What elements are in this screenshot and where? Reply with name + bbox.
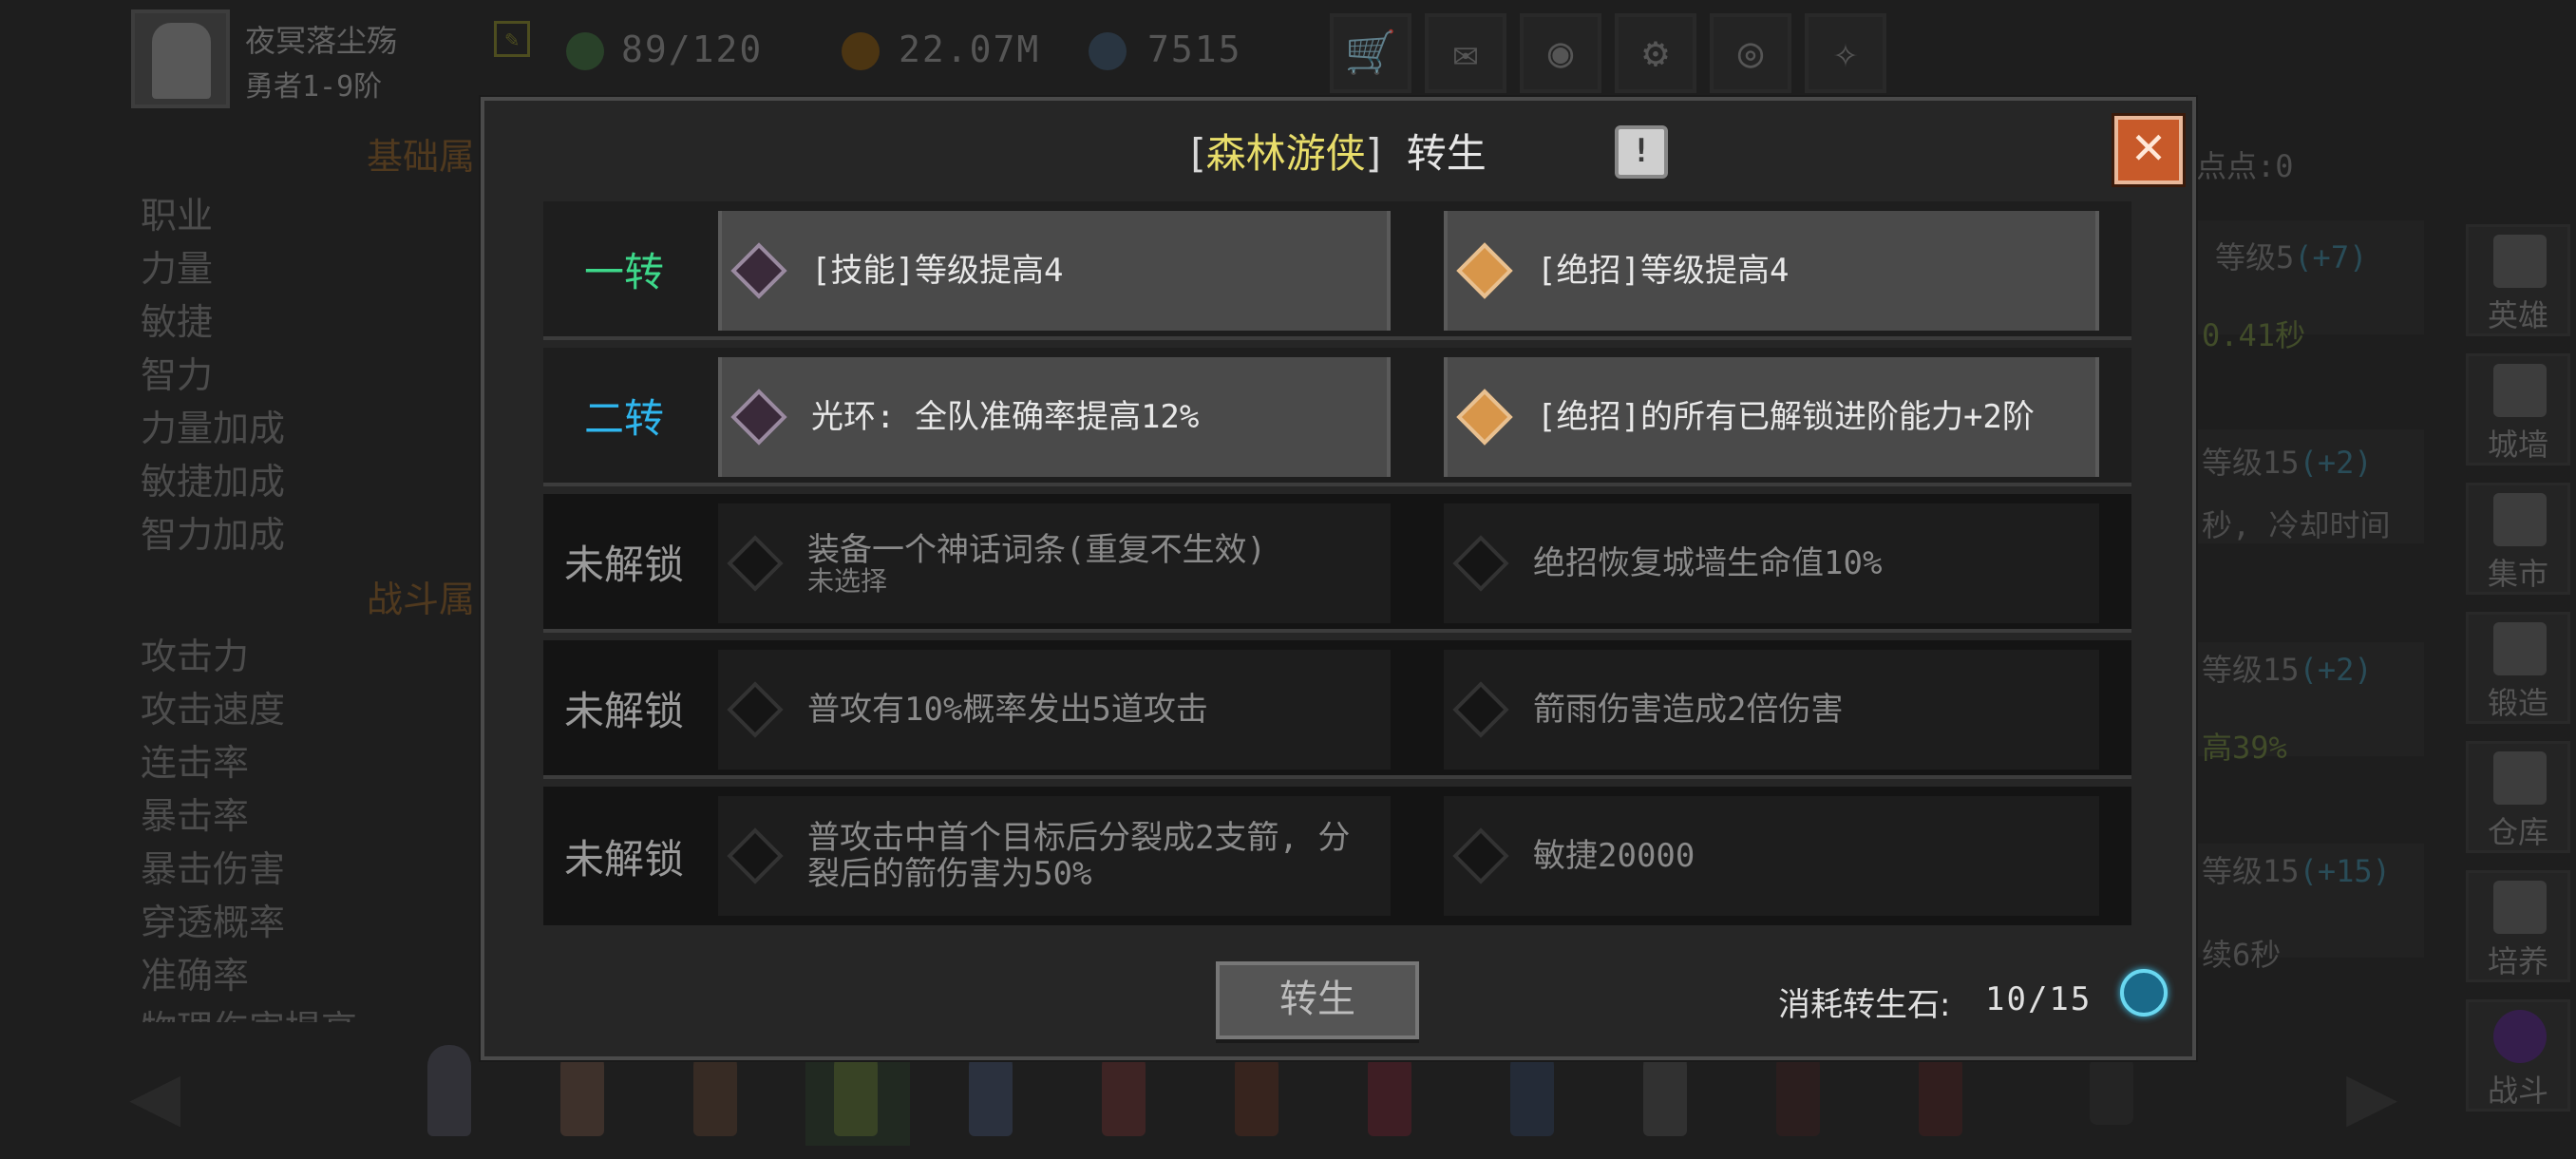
rebirth-tier-row: 二转 光环: 全队准确率提高12% [绝招]的所有已解锁进阶能力+2阶	[543, 348, 2131, 486]
option-text: [绝招]等级提高4	[1537, 252, 1790, 290]
orange-gem-icon	[1456, 242, 1513, 299]
cost-label: 消耗转生石:	[1778, 986, 1951, 1024]
dark-gem-icon	[727, 535, 784, 592]
option-text: [绝招]的所有已解锁进阶能力+2阶	[1537, 398, 2035, 436]
purple-gem-icon	[730, 242, 787, 299]
close-button[interactable]: ✕	[2112, 113, 2186, 187]
tier-label: 未解锁	[563, 541, 684, 588]
rebirth-option[interactable]: [绝招]的所有已解锁进阶能力+2阶	[1444, 357, 2099, 477]
option-text: [技能]等级提高4	[811, 252, 1064, 290]
purple-gem-icon	[730, 389, 787, 446]
option-text: 普攻击中首个目标后分裂成2支箭, 分裂后的箭伤害为50%	[807, 819, 1351, 893]
rebirth-option[interactable]: 箭雨伤害造成2倍伤害	[1444, 650, 2099, 770]
option-text: 敏捷20000	[1533, 837, 1695, 875]
dark-gem-icon	[727, 681, 784, 738]
rebirth-option[interactable]: [技能]等级提高4	[718, 211, 1391, 331]
dialog-title: [森林游侠] 转生	[1190, 130, 1487, 177]
option-subtext: 未选择	[807, 565, 888, 597]
option-text: 装备一个神话词条(重复不生效) 未选择	[807, 531, 1266, 597]
info-icon[interactable]: !	[1615, 125, 1668, 179]
option-text: 普攻有10%概率发出5道攻击	[807, 691, 1208, 729]
rebirth-option[interactable]: 装备一个神话词条(重复不生效) 未选择	[718, 504, 1391, 623]
tier-label: 一转	[583, 248, 664, 295]
title-suffix: 转生	[1406, 130, 1487, 177]
cost-value: 10/15	[1985, 980, 2093, 1018]
tier-label: 二转	[583, 394, 664, 442]
rebirth-tier-row: 一转 [技能]等级提高4 [绝招]等级提高4	[543, 201, 2131, 340]
orange-gem-icon	[1456, 389, 1513, 446]
dark-gem-icon	[1452, 535, 1509, 592]
rebirth-option[interactable]: 普攻击中首个目标后分裂成2支箭, 分裂后的箭伤害为50%	[718, 796, 1391, 916]
dark-gem-icon	[1452, 681, 1509, 738]
option-text: 光环: 全队准确率提高12%	[811, 398, 1200, 436]
tier-label: 未解锁	[563, 687, 684, 734]
dark-gem-icon	[727, 827, 784, 884]
option-text: 箭雨伤害造成2倍伤害	[1533, 691, 1844, 729]
rebirth-tier-row-locked: 未解锁 装备一个神话词条(重复不生效) 未选择 绝招恢复城墙生命值10%	[543, 494, 2131, 633]
rebirth-tier-row-locked: 未解锁 普攻有10%概率发出5道攻击 箭雨伤害造成2倍伤害	[543, 640, 2131, 779]
dark-gem-icon	[1452, 827, 1509, 884]
rebirth-dialog: [森林游侠] 转生 ! ✕ 一转 [技能]等级提高4 [绝招]等级提高4 二转 …	[481, 97, 2196, 1060]
rebirth-option[interactable]: [绝招]等级提高4	[1444, 211, 2099, 331]
rebirth-option[interactable]: 绝招恢复城墙生命值10%	[1444, 504, 2099, 623]
rebirth-tier-row-locked: 未解锁 普攻击中首个目标后分裂成2支箭, 分裂后的箭伤害为50% 敏捷20000	[543, 787, 2131, 925]
rebirth-option[interactable]: 普攻有10%概率发出5道攻击	[718, 650, 1391, 770]
option-text: 绝招恢复城墙生命值10%	[1533, 544, 1883, 582]
rebirth-option[interactable]: 光环: 全队准确率提高12%	[718, 357, 1391, 477]
tier-label: 未解锁	[563, 835, 684, 883]
rebirth-option[interactable]: 敏捷20000	[1444, 796, 2099, 916]
rebirth-stone-icon	[2120, 969, 2168, 1016]
class-name: 森林游侠	[1205, 130, 1366, 177]
rebirth-button[interactable]: 转生	[1216, 961, 1419, 1039]
